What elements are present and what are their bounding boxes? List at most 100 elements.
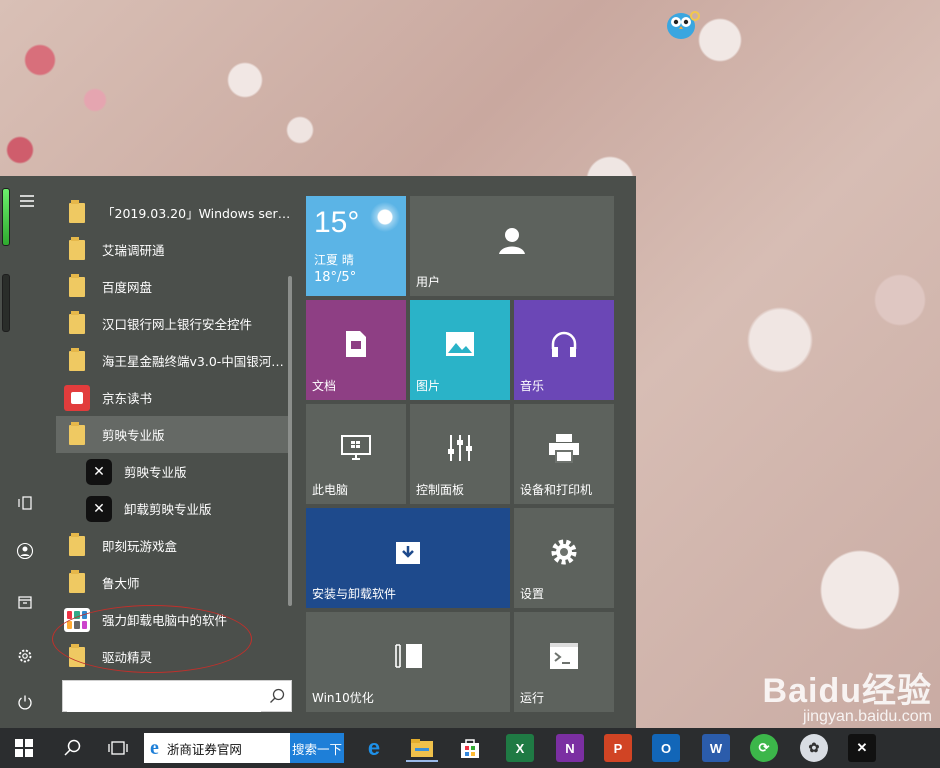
start-search-box[interactable] bbox=[62, 680, 292, 712]
tablet-mode-button[interactable] bbox=[8, 488, 42, 518]
optimize-icon bbox=[395, 644, 422, 668]
capcut-icon: ✕ bbox=[84, 494, 114, 524]
ie-icon: e bbox=[150, 736, 159, 759]
task-view-button[interactable] bbox=[98, 732, 138, 764]
install-box-icon bbox=[396, 542, 420, 564]
app-list-item[interactable]: 鲁大师 bbox=[56, 564, 292, 601]
tile-label: 设置 bbox=[520, 587, 545, 601]
weather-tile[interactable]: 15° 江夏 晴 18°/5° bbox=[306, 196, 406, 296]
tile-label: 图片 bbox=[416, 379, 441, 393]
app-label: 「2019.03.20」Windows serve... bbox=[102, 206, 292, 221]
file-explorer-icon bbox=[18, 596, 32, 609]
printer-icon bbox=[549, 434, 579, 463]
app-label: 汉口银行网上银行安全控件 bbox=[102, 317, 253, 332]
jd-read-icon bbox=[62, 383, 92, 413]
settings-tile[interactable]: 设置 bbox=[514, 508, 614, 608]
tile-label: 设备和打印机 bbox=[520, 483, 593, 497]
task-view-icon bbox=[108, 741, 128, 755]
app-uninstall-capcut[interactable]: ✕ 卸载剪映专业版 bbox=[56, 490, 292, 527]
folder-icon bbox=[62, 309, 92, 339]
store-icon[interactable] bbox=[456, 734, 484, 762]
folder-icon bbox=[62, 531, 92, 561]
app-folder-capcut[interactable]: 剪映专业版 bbox=[56, 416, 292, 453]
app-list-item[interactable]: 驱动精灵 bbox=[56, 638, 292, 675]
app-list-item[interactable]: 海王星金融终端v3.0-中国银河证... bbox=[56, 342, 292, 379]
dark-indicator-bar bbox=[2, 274, 10, 332]
this-pc-tile[interactable]: 此电脑 bbox=[306, 404, 406, 504]
search-input[interactable] bbox=[67, 682, 261, 712]
user-account-button[interactable] bbox=[8, 536, 42, 566]
search-icon bbox=[64, 739, 81, 756]
tile-label: 文档 bbox=[312, 379, 337, 393]
app-list-item[interactable]: 强力卸载电脑中的软件 bbox=[56, 601, 292, 638]
app-list-item[interactable]: 即刻玩游戏盒 bbox=[56, 527, 292, 564]
gear-icon bbox=[18, 649, 32, 663]
user-tile[interactable]: 用户 bbox=[410, 196, 614, 296]
weather-temp: 15° bbox=[314, 206, 360, 239]
documents-tile[interactable]: 文档 bbox=[306, 300, 406, 400]
ie-search-button[interactable]: 搜索一下 bbox=[290, 733, 344, 763]
pictures-tile[interactable]: 图片 bbox=[410, 300, 510, 400]
app-list-item[interactable]: 汉口银行网上银行安全控件 bbox=[56, 305, 292, 342]
app-list-item[interactable]: 艾瑞调研通 bbox=[56, 231, 292, 268]
watermark-main: Baidu经验 bbox=[762, 672, 932, 710]
hamburger-menu-button[interactable] bbox=[10, 186, 44, 216]
folder-icon bbox=[62, 568, 92, 598]
app-label: 剪映专业版 bbox=[124, 465, 187, 480]
file-explorer-taskbar-icon[interactable] bbox=[406, 734, 438, 762]
capcut-taskbar-icon[interactable]: ✕ bbox=[848, 734, 876, 762]
app-list-item[interactable]: 京东读书 bbox=[56, 379, 292, 416]
app-label: 艾瑞调研通 bbox=[102, 243, 165, 258]
app-label: 即刻玩游戏盒 bbox=[102, 539, 178, 554]
app-list: 「2019.03.20」Windows serve... 艾瑞调研通 百度网盘 … bbox=[56, 194, 292, 690]
file-explorer-button[interactable] bbox=[8, 587, 42, 617]
power-button[interactable] bbox=[8, 687, 42, 717]
power-icon bbox=[18, 695, 32, 710]
start-button[interactable] bbox=[4, 732, 44, 764]
baidu-watermark: Baidu经验 jingyan.baidu.com bbox=[763, 663, 932, 726]
weather-range: 18°/5° bbox=[314, 270, 357, 285]
app-list-scrollbar[interactable] bbox=[288, 276, 292, 606]
app-capcut-pro[interactable]: ✕ 剪映专业版 bbox=[56, 453, 292, 490]
green-app-icon[interactable]: ⟳ bbox=[750, 734, 778, 762]
install-uninstall-tile[interactable]: 安装与卸载软件 bbox=[306, 508, 510, 608]
user-icon bbox=[499, 228, 525, 254]
ie-search-text: 浙商证券官网 bbox=[166, 741, 242, 757]
folder-icon bbox=[62, 420, 92, 450]
control-panel-tile[interactable]: 控制面板 bbox=[410, 404, 510, 504]
powerpoint-icon[interactable]: P bbox=[604, 734, 632, 762]
word-icon[interactable]: W bbox=[702, 734, 730, 762]
tile-label: Win10优化 bbox=[312, 691, 374, 705]
monitor-icon bbox=[341, 435, 371, 460]
app-list-item[interactable]: 百度网盘 bbox=[56, 268, 292, 305]
tile-label: 音乐 bbox=[520, 379, 545, 393]
app-label: 强力卸载电脑中的软件 bbox=[102, 613, 228, 628]
run-icon bbox=[550, 643, 578, 669]
weather-city: 江夏 晴 bbox=[314, 253, 354, 267]
outlook-icon[interactable]: O bbox=[652, 734, 680, 762]
music-tile[interactable]: 音乐 bbox=[514, 300, 614, 400]
win10-optimize-tile[interactable]: Win10优化 bbox=[306, 612, 510, 712]
app-list-item[interactable]: 「2019.03.20」Windows serve... bbox=[56, 194, 292, 231]
settings-rail-button[interactable] bbox=[8, 641, 42, 671]
app-label: 海王星金融终端v3.0-中国银河证... bbox=[102, 354, 292, 369]
search-button[interactable] bbox=[52, 732, 92, 764]
run-tile[interactable]: 运行 bbox=[514, 612, 614, 712]
user-circle-icon bbox=[16, 542, 34, 560]
pinwheel-app-icon[interactable]: ✿ bbox=[800, 734, 828, 762]
excel-icon[interactable]: X bbox=[506, 734, 534, 762]
folder-icon bbox=[62, 272, 92, 302]
folder-icon bbox=[62, 346, 92, 376]
edge-icon[interactable]: e bbox=[360, 734, 388, 762]
picture-icon bbox=[446, 332, 474, 356]
sliders-icon bbox=[448, 435, 472, 461]
tile-label: 控制面板 bbox=[416, 483, 465, 497]
gear-icon bbox=[551, 539, 577, 565]
ie-search-bar[interactable]: e 浙商证券官网 bbox=[144, 733, 290, 763]
taskbar: e 浙商证券官网 搜索一下 e X N P O W ⟳ ✿ ✕ bbox=[0, 728, 940, 768]
tile-grid: 15° 江夏 晴 18°/5° 用户 文档 图片 音乐 此电脑 控制面板 设备和… bbox=[306, 196, 614, 712]
headphones-icon bbox=[551, 331, 577, 357]
hamburger-icon bbox=[20, 195, 34, 207]
onenote-icon[interactable]: N bbox=[556, 734, 584, 762]
devices-printers-tile[interactable]: 设备和打印机 bbox=[514, 404, 614, 504]
